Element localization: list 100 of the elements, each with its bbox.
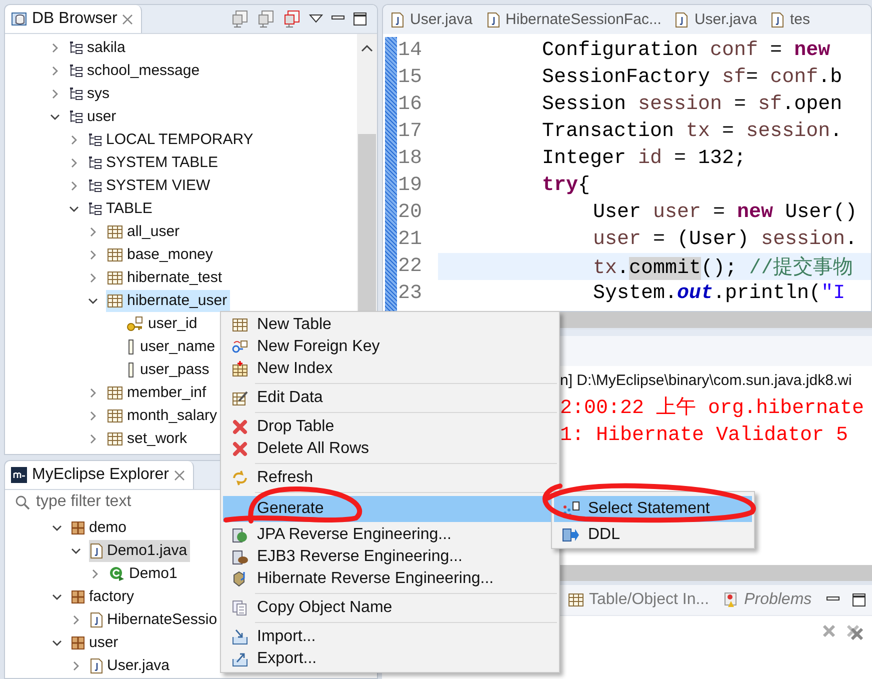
column-icon bbox=[126, 362, 136, 378]
tree-item[interactable]: SYSTEM VIEW bbox=[87, 174, 214, 196]
chevron-icon[interactable] bbox=[50, 112, 60, 122]
remove-all-icon[interactable] bbox=[846, 624, 864, 640]
menu-item[interactable]: New Foreign Key bbox=[223, 336, 557, 358]
menu-item[interactable]: Edit Data bbox=[223, 387, 557, 409]
menu-item[interactable]: Copy Object Name bbox=[223, 597, 557, 619]
chevron-icon[interactable] bbox=[88, 296, 98, 306]
line-number: 17 bbox=[397, 120, 424, 143]
menu-item[interactable]: Drop Table bbox=[223, 416, 557, 438]
tree-item[interactable]: SYSTEM TABLE bbox=[87, 152, 221, 174]
menu-item[interactable]: Refresh bbox=[223, 467, 557, 489]
line-number: 18 bbox=[397, 147, 424, 170]
table-icon bbox=[107, 432, 123, 446]
column-icon bbox=[126, 338, 136, 354]
menu-item[interactable]: EJB3 Reverse Engineering... bbox=[223, 546, 557, 568]
code-line: System.out.println("I bbox=[593, 282, 846, 305]
tree-item[interactable]: user bbox=[68, 106, 120, 128]
table-icon bbox=[107, 224, 123, 238]
view-title: DB Browser bbox=[32, 10, 118, 28]
console-line: 1: Hibernate Validator 5 bbox=[560, 424, 850, 447]
menu-item[interactable]: Import... bbox=[223, 626, 557, 648]
tree-item[interactable]: base_money bbox=[106, 244, 216, 266]
table-icon bbox=[107, 386, 123, 400]
tree-item[interactable]: user bbox=[70, 632, 122, 654]
code-line: user = (User) session. bbox=[593, 228, 858, 251]
menu-item[interactable]: DDL bbox=[554, 524, 752, 546]
tree-item[interactable]: Demo1 bbox=[108, 562, 180, 584]
code-line: Session session = sf.open bbox=[542, 93, 842, 116]
close-icon[interactable] bbox=[122, 14, 134, 24]
menu-item[interactable]: Delete All Rows bbox=[223, 438, 557, 460]
tree-structure-icon bbox=[88, 156, 102, 170]
hibernate-icon bbox=[232, 571, 248, 587]
java-file-icon bbox=[770, 12, 784, 28]
table-icon bbox=[107, 248, 123, 262]
scroll-up-icon[interactable] bbox=[361, 44, 373, 54]
editor-tab[interactable]: tes bbox=[770, 11, 810, 28]
view-menu-icon[interactable] bbox=[309, 14, 323, 24]
chevron-icon[interactable] bbox=[69, 204, 79, 214]
package-icon bbox=[71, 520, 85, 534]
menu-item[interactable]: New Table bbox=[223, 314, 557, 336]
tree-item[interactable]: hibernate_user bbox=[106, 290, 230, 312]
tree-item[interactable]: month_salary bbox=[106, 404, 220, 426]
delete-icon bbox=[232, 419, 248, 435]
tree-item[interactable]: set_work bbox=[106, 428, 190, 450]
line-number: 14 bbox=[397, 39, 424, 62]
java-file-icon bbox=[90, 542, 103, 558]
tree-structure-icon bbox=[88, 202, 102, 216]
maximize-icon[interactable] bbox=[852, 593, 866, 607]
tree-item[interactable]: school_message bbox=[68, 60, 203, 82]
chevron-icon[interactable] bbox=[52, 522, 62, 532]
tree-item[interactable]: Demo1.java bbox=[89, 540, 190, 562]
chevron-icon[interactable] bbox=[52, 592, 62, 602]
tree-item[interactable]: user_id bbox=[125, 312, 200, 334]
code-line: Transaction tx = session. bbox=[542, 120, 842, 143]
menu-item[interactable]: New Index bbox=[223, 358, 557, 380]
maximize-icon[interactable] bbox=[353, 12, 367, 26]
tree-item[interactable]: HibernateSessio bbox=[89, 608, 220, 630]
editor-tab[interactable]: HibernateSessionFac... bbox=[486, 11, 662, 28]
line-number: 15 bbox=[397, 66, 424, 89]
tree-item[interactable]: demo bbox=[70, 516, 130, 538]
tree-item[interactable]: sys bbox=[68, 82, 112, 104]
view-tab[interactable]: Table/Object In... bbox=[568, 591, 710, 609]
menu-item[interactable]: Export... bbox=[223, 648, 557, 670]
code-line: User user = new User() bbox=[593, 201, 858, 224]
console-line: 2:00:22 上午 org.hibernate bbox=[560, 396, 866, 420]
ddl-icon bbox=[562, 527, 580, 543]
package-icon bbox=[71, 590, 85, 604]
tree-item[interactable]: sakila bbox=[68, 36, 128, 58]
tree-item[interactable]: LOCAL TEMPORARY bbox=[87, 128, 256, 150]
chevron-icon[interactable] bbox=[52, 638, 62, 648]
select-statement-icon bbox=[562, 501, 580, 517]
code-line: Integer id = 132; bbox=[542, 147, 746, 170]
tree-item[interactable]: user_pass bbox=[125, 358, 212, 380]
foreign-key-icon bbox=[232, 340, 248, 354]
edit-icon bbox=[232, 390, 248, 406]
tree-item[interactable]: member_inf bbox=[106, 382, 210, 404]
tree-item[interactable]: user_name bbox=[125, 336, 218, 358]
view-tab[interactable]: Problems bbox=[723, 591, 812, 609]
table-icon bbox=[107, 294, 123, 308]
tree-structure-icon bbox=[69, 110, 83, 124]
remove-icon[interactable] bbox=[822, 624, 836, 638]
chevron-icon[interactable] bbox=[71, 546, 81, 556]
table-icon bbox=[568, 593, 584, 607]
key-icon bbox=[126, 316, 144, 332]
tree-item[interactable]: hibernate_test bbox=[106, 266, 226, 288]
editor-tab[interactable]: User.java bbox=[391, 11, 473, 28]
tree-item[interactable]: factory bbox=[70, 586, 138, 608]
delete-icon bbox=[232, 441, 248, 457]
menu-item[interactable]: Hibernate Reverse Engineering... bbox=[223, 568, 557, 590]
java-file-icon bbox=[486, 12, 500, 28]
java-file-icon bbox=[90, 658, 103, 674]
editor-tab[interactable]: User.java bbox=[675, 11, 757, 28]
close-icon[interactable] bbox=[174, 470, 185, 480]
tree-item[interactable]: TABLE bbox=[87, 198, 156, 220]
java-file-icon bbox=[675, 12, 688, 28]
tree-item[interactable]: all_user bbox=[106, 220, 183, 242]
line-number: 19 bbox=[397, 174, 424, 197]
java-file-icon bbox=[90, 612, 103, 628]
tree-item[interactable]: User.java bbox=[89, 654, 173, 676]
